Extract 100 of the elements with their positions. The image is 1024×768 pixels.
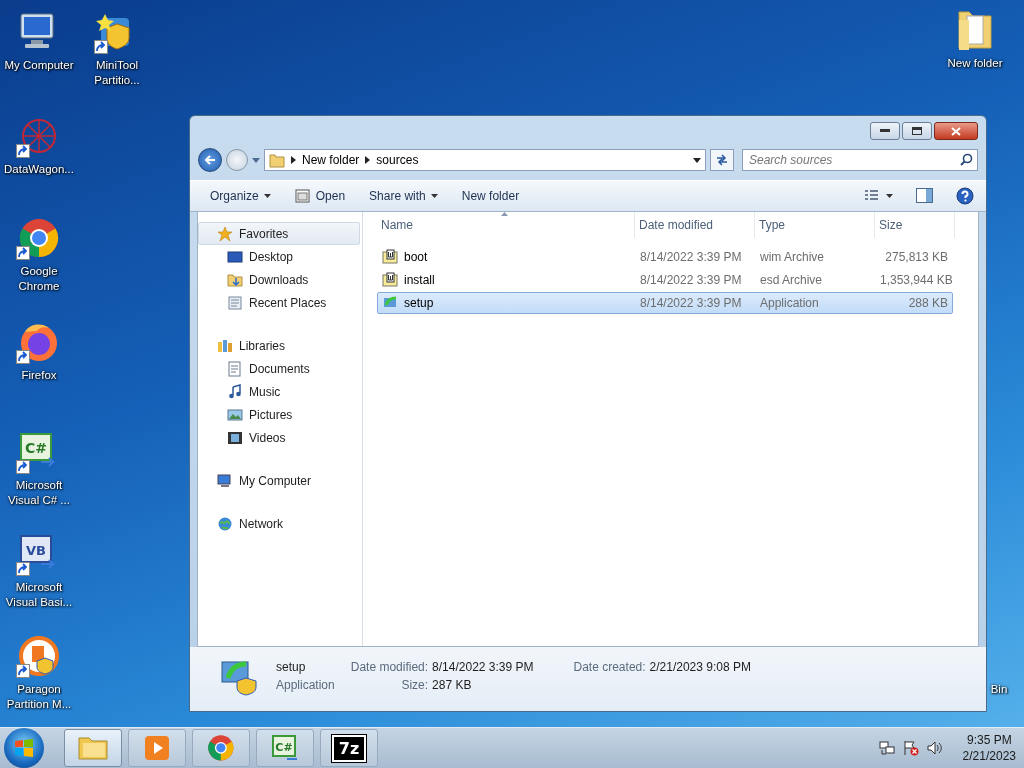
desktop-icon-label[interactable]: New folder	[947, 56, 1003, 71]
minimize-icon	[880, 129, 890, 133]
desktop-icon-label[interactable]: Paragon Partition M...	[0, 682, 78, 712]
column-header[interactable]: Type	[755, 212, 875, 238]
nav-item[interactable]: Downloads	[198, 268, 362, 291]
file-name: boot	[404, 250, 428, 264]
detail-value: 2/21/2023 9:08 PM	[649, 660, 751, 674]
close-button[interactable]	[934, 122, 978, 140]
star-icon	[217, 225, 233, 242]
breadcrumb[interactable]: sources	[376, 153, 419, 167]
sort-arrow-icon	[501, 212, 508, 216]
file-date: 8/14/2022 3:39 PM	[639, 273, 743, 287]
desktop-icon-label[interactable]: Firefox	[21, 368, 57, 383]
detail-label: Date created:	[573, 660, 646, 674]
file-size: 1,353,944 KB	[879, 273, 950, 287]
view-options-icon[interactable]	[864, 189, 894, 203]
minimize-button[interactable]	[870, 122, 900, 140]
detail-value: 287 KB	[432, 678, 473, 692]
videos-icon	[227, 429, 243, 446]
clock[interactable]: 9:35 PM 2/21/2023	[962, 733, 1016, 763]
nav-item[interactable]: Favorites	[198, 222, 360, 245]
start-button[interactable]	[4, 728, 44, 768]
toolbar-button[interactable]: New folder	[453, 185, 528, 207]
desktop-icon-label[interactable]: Microsoft Visual C# ...	[0, 478, 78, 508]
close-icon	[951, 126, 961, 136]
column-header[interactable]: Date modified	[635, 212, 755, 238]
pictures-icon	[227, 406, 243, 423]
search-icon	[960, 153, 973, 166]
toolbar-button[interactable]: Share with	[361, 185, 446, 207]
speaker-icon[interactable]	[926, 740, 943, 756]
library-icon	[217, 337, 233, 354]
network-icon	[217, 515, 233, 532]
nav-item[interactable]: Libraries	[198, 334, 362, 357]
file-row[interactable]: setup 8/14/2022 3:39 PM Application 288 KB	[377, 292, 953, 314]
open-icon	[294, 188, 311, 204]
toolbar-button[interactable]: Open	[286, 184, 354, 208]
file-size: 288 KB	[907, 296, 949, 310]
nav-item[interactable]: Network	[198, 512, 362, 535]
archive-icon	[382, 272, 398, 288]
nav-item[interactable]: Music	[198, 380, 362, 403]
nav-item[interactable]: Recent Places	[198, 291, 362, 314]
search-field[interactable]: Search sources	[742, 149, 978, 171]
column-header[interactable]: Size	[875, 212, 955, 238]
taskbar-button[interactable]: 7z	[320, 729, 378, 767]
computer-icon	[217, 472, 233, 489]
nav-item[interactable]: Pictures	[198, 403, 362, 426]
desktop-icon-label[interactable]: Microsoft Visual Basi...	[0, 580, 78, 610]
preview-pane-icon[interactable]	[916, 188, 934, 204]
back-button[interactable]	[198, 148, 222, 172]
file-row[interactable]: install 8/14/2022 3:39 PM esd Archive 1,353,944 KB	[377, 269, 953, 291]
file-date: 8/14/2022 3:39 PM	[639, 250, 743, 264]
address-bar[interactable]: New folder sources	[264, 149, 706, 171]
breadcrumb-arrow-icon[interactable]	[365, 156, 371, 164]
music-icon	[227, 383, 243, 400]
dropdown-arrow-icon	[430, 194, 438, 198]
desktop-icon	[227, 248, 243, 265]
breadcrumb-arrow-icon[interactable]	[291, 156, 296, 164]
nav-item[interactable]: Videos	[198, 426, 362, 449]
nav-item[interactable]: My Computer	[198, 469, 362, 492]
maximize-icon	[912, 127, 922, 135]
file-name: setup	[404, 296, 434, 310]
archive-icon	[382, 249, 398, 265]
dropdown-arrow-icon[interactable]	[693, 157, 701, 163]
downloads-icon	[227, 271, 243, 288]
taskbar-button[interactable]: C#	[256, 729, 314, 767]
nav-item[interactable]: Documents	[198, 357, 362, 380]
nav-item[interactable]: Desktop	[198, 245, 362, 268]
folder-icon	[269, 152, 285, 168]
file-size: 275,813 KB	[884, 250, 949, 264]
file-date: 8/14/2022 3:39 PM	[639, 296, 743, 310]
detail-label: Size:	[400, 678, 429, 692]
network-icon[interactable]	[878, 740, 895, 756]
taskbar-button[interactable]	[192, 729, 250, 767]
desktop-icon-label[interactable]: MiniTool Partitio...	[78, 58, 156, 88]
windows-logo-icon	[14, 738, 34, 758]
file-type: Application	[276, 678, 335, 692]
refresh-button[interactable]	[710, 149, 734, 171]
documents-icon	[227, 360, 243, 377]
help-icon[interactable]	[956, 187, 974, 205]
breadcrumb[interactable]: New folder	[302, 153, 360, 167]
desktop-icon-label[interactable]: My Computer	[4, 58, 74, 73]
file-row[interactable]: boot 8/14/2022 3:39 PM wim Archive 275,813 KB	[377, 246, 953, 268]
maximize-button[interactable]	[902, 122, 932, 140]
detail-label: Date modified:	[350, 660, 429, 674]
desktop-icon-label[interactable]: Google Chrome	[0, 264, 78, 294]
taskbar-button[interactable]	[64, 729, 122, 767]
detail-value: 8/14/2022 3:39 PM	[432, 660, 534, 674]
history-dropdown-icon[interactable]	[252, 157, 260, 163]
back-arrow-icon	[204, 154, 216, 166]
refresh-icon	[715, 154, 729, 166]
file-type: esd Archive	[759, 273, 824, 287]
file-type: Application	[759, 296, 820, 310]
recent-icon	[227, 294, 243, 311]
file-name: install	[404, 273, 435, 287]
flag-icon[interactable]	[902, 740, 919, 756]
app-logo: 7z	[331, 734, 367, 762]
dropdown-arrow-icon	[263, 194, 271, 198]
file-name: setup	[276, 660, 306, 674]
desktop-icon-label[interactable]: DataWagon...	[4, 162, 74, 177]
toolbar-button[interactable]: Organize	[202, 185, 279, 207]
